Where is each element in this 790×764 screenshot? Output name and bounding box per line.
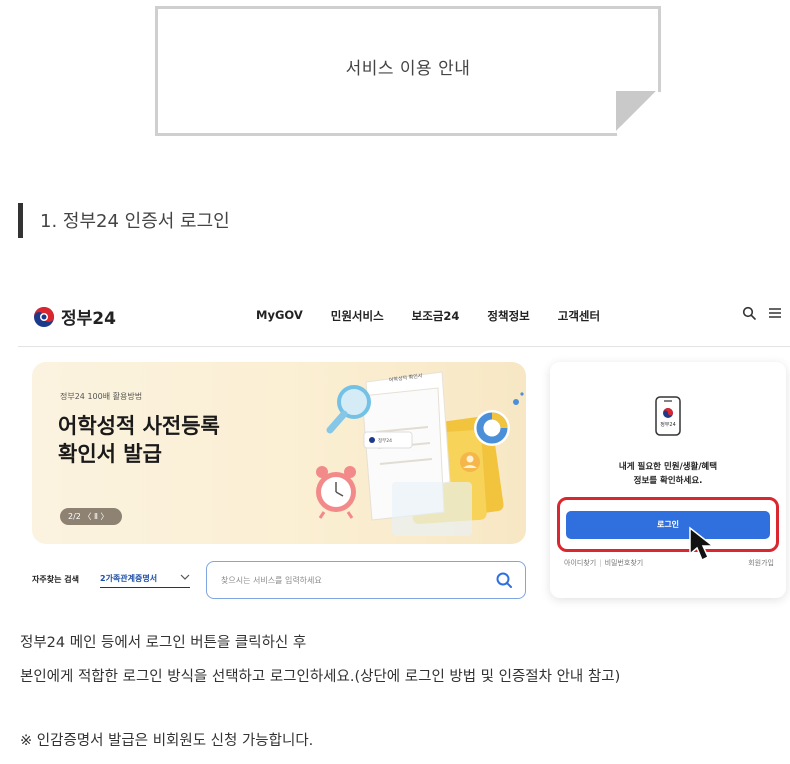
- search-button-icon[interactable]: [495, 571, 513, 589]
- service-search-box: [206, 561, 526, 599]
- nav-civil-service[interactable]: 민원서비스: [331, 308, 384, 324]
- banner-title-line1: 어학성적 사전등록: [58, 414, 220, 438]
- taegeuk-logo-icon: [34, 306, 54, 327]
- banner-title-line2: 확인서 발급: [58, 442, 162, 466]
- nav-subsidy24[interactable]: 보조금24: [412, 308, 460, 324]
- gov24-main-nav: MyGOV 민원서비스 보조금24 정책정보 고객센터: [256, 308, 628, 324]
- login-message: 내게 필요한 민원/생활/혜택 정보를 확인하세요.: [550, 460, 786, 488]
- section-marker-bar: [18, 203, 23, 238]
- nav-customer-center[interactable]: 고객센터: [558, 308, 600, 324]
- search-icon[interactable]: [742, 306, 756, 320]
- seal-certificate-note: ※ 인감증명서 발급은 비회원도 신청 가능합니다.: [20, 733, 314, 749]
- link-separator: |: [599, 559, 602, 567]
- instruction-line2: 본인에게 적합한 로그인 방식을 선택하고 로그인하세요.(상단에 로그인 방법…: [20, 669, 621, 685]
- signup-link[interactable]: 회원가입: [748, 558, 774, 568]
- chevron-down-icon: [180, 574, 190, 580]
- instruction-line1: 정부24 메인 등에서 로그인 버튼을 클릭하신 후: [20, 635, 307, 651]
- login-card: 정부24 내게 필요한 민원/생활/혜택 정보를 확인하세요. 로그인 아이디찾…: [550, 362, 786, 598]
- mouse-cursor-icon: [689, 526, 716, 562]
- login-button[interactable]: 로그인: [566, 511, 770, 539]
- notice-title: 서비스 이용 안내: [345, 59, 471, 79]
- quick-search-label: 자주찾는 검색: [32, 575, 79, 584]
- banner-subtitle: 정부24 100배 활용방법: [60, 392, 143, 401]
- phone-icon: 정부24: [655, 396, 681, 436]
- phone-icon-label: 정부24: [660, 421, 676, 428]
- banner-illustration: 어학성적 확인서 정부24: [316, 371, 524, 536]
- service-search-input[interactable]: [221, 572, 471, 588]
- header-divider: [18, 346, 790, 347]
- find-password-link[interactable]: 비밀번호찾기: [605, 559, 644, 567]
- stamp-label: 정부24: [378, 437, 392, 444]
- hamburger-menu-icon[interactable]: [768, 306, 782, 320]
- login-message-line1: 내게 필요한 민원/생활/혜택: [618, 462, 718, 472]
- gov24-logo[interactable]: 정부24: [33, 304, 116, 329]
- quick-search-select[interactable]: 2가족관계증명서: [100, 570, 190, 588]
- gov24-logo-text: 정부24: [61, 309, 116, 329]
- gov24-screenshot: 정부24 MyGOV 민원서비스 보조금24 정책정보 고객센터 정부24 10…: [18, 290, 790, 610]
- banner-title: 어학성적 사전등록 확인서 발급: [58, 412, 220, 468]
- nav-mygov[interactable]: MyGOV: [256, 308, 303, 324]
- nav-policy-info[interactable]: 정책정보: [487, 308, 529, 324]
- find-id-link[interactable]: 아이디찾기: [564, 559, 596, 567]
- search-row: 자주찾는 검색 2가족관계증명서: [32, 558, 526, 602]
- section-title: 1. 정부24 인증서 로그인: [40, 211, 230, 232]
- login-helper-links: 아이디찾기 | 비밀번호찾기: [564, 558, 643, 568]
- promo-banner[interactable]: 정부24 100배 활용방법 어학성적 사전등록 확인서 발급 2/2 〈 Ⅱ …: [32, 362, 526, 544]
- quick-search-value: 2가족관계증명서: [100, 574, 158, 583]
- page-fold-shadow: [616, 91, 656, 131]
- banner-pager[interactable]: 2/2 〈 Ⅱ 〉: [60, 508, 122, 525]
- login-message-line2: 정보를 확인하세요.: [633, 476, 703, 486]
- service-notice-box: 서비스 이용 안내: [155, 6, 661, 136]
